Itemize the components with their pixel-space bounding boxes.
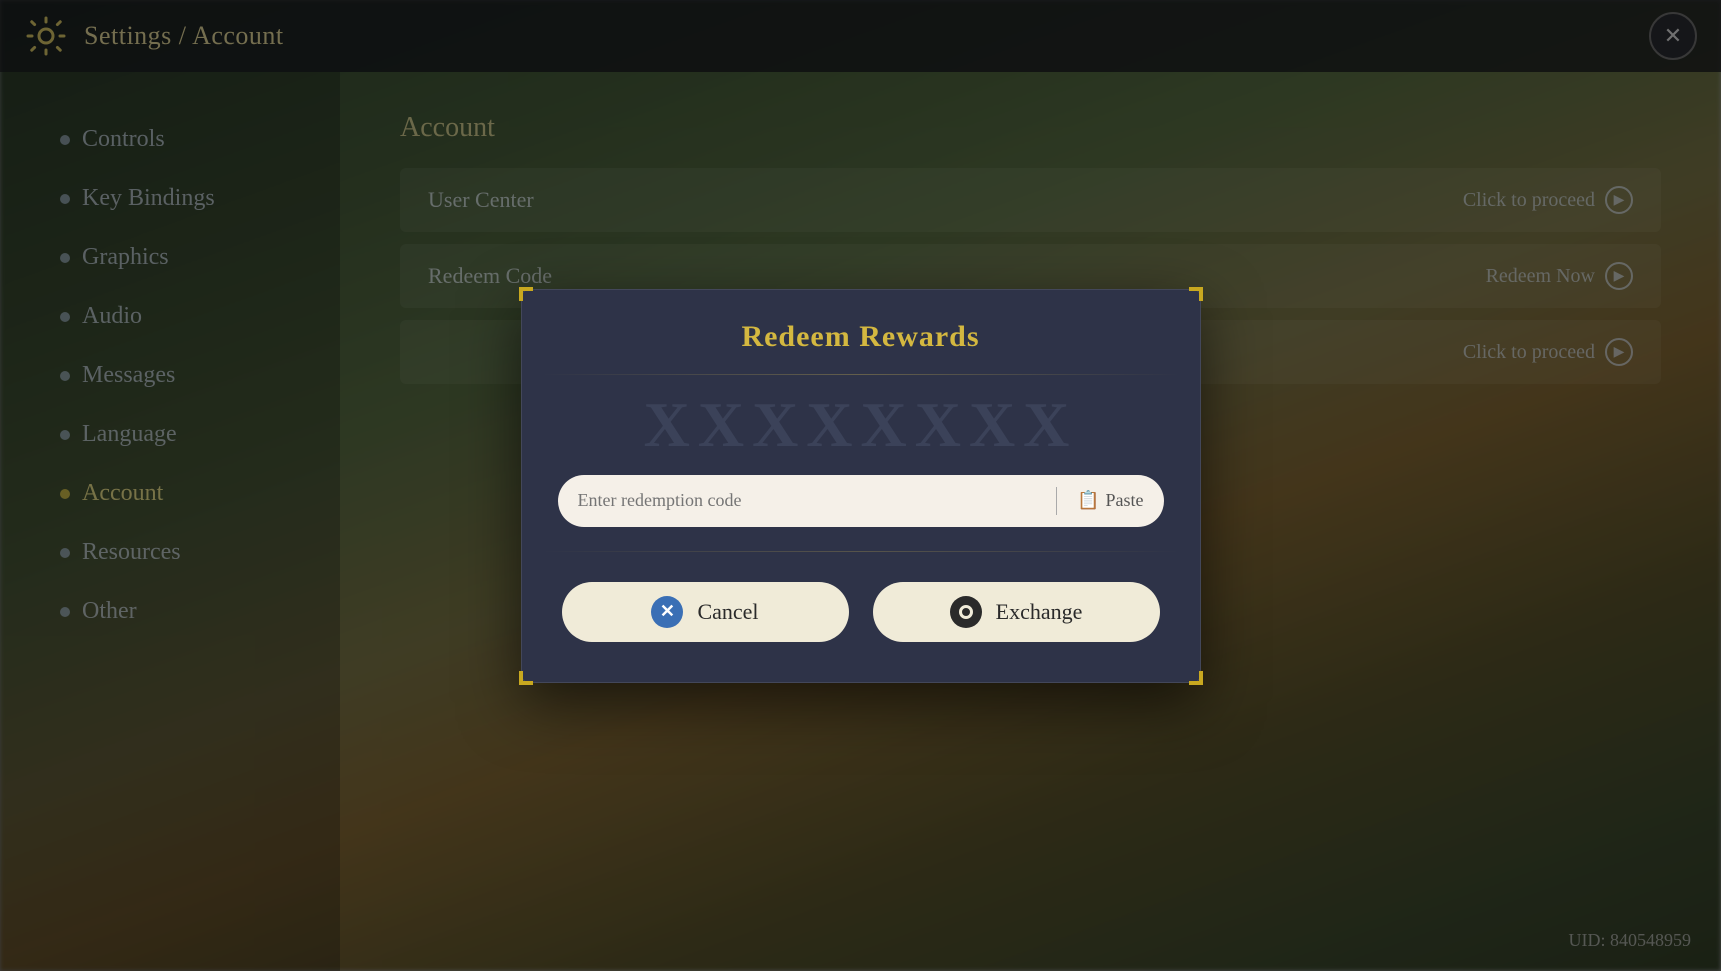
paste-button[interactable]: 📋 Paste	[1057, 490, 1163, 511]
modal-input-area: 📋 Paste	[522, 475, 1200, 551]
corner-decoration-tl	[519, 287, 543, 311]
corner-decoration-tr	[1179, 287, 1203, 311]
exchange-button[interactable]: Exchange	[873, 582, 1160, 642]
modal-buttons: ✕ Cancel Exchange	[522, 582, 1200, 642]
paste-icon: 📋	[1077, 490, 1099, 511]
modal-divider-bottom	[542, 551, 1180, 552]
input-wrapper: 📋 Paste	[558, 475, 1164, 527]
cancel-label: Cancel	[697, 599, 758, 625]
redeem-modal: Redeem Rewards XXXXXXXX 📋 Paste ✕ Cancel	[521, 289, 1201, 683]
redemption-code-input[interactable]	[558, 490, 1057, 511]
modal-title: Redeem Rewards	[562, 320, 1160, 354]
modal-overlay: Redeem Rewards XXXXXXXX 📋 Paste ✕ Cancel	[0, 0, 1721, 971]
exchange-icon	[950, 596, 982, 628]
modal-header: Redeem Rewards	[522, 290, 1200, 374]
paste-label: Paste	[1106, 490, 1144, 511]
modal-watermark-area: XXXXXXXX	[522, 375, 1200, 475]
exchange-label: Exchange	[996, 599, 1083, 625]
exchange-icon-inner	[959, 605, 973, 619]
corner-decoration-br	[1179, 661, 1203, 685]
cancel-icon: ✕	[651, 596, 683, 628]
watermark-text: XXXXXXXX	[644, 388, 1078, 462]
corner-decoration-bl	[519, 661, 543, 685]
cancel-button[interactable]: ✕ Cancel	[562, 582, 849, 642]
